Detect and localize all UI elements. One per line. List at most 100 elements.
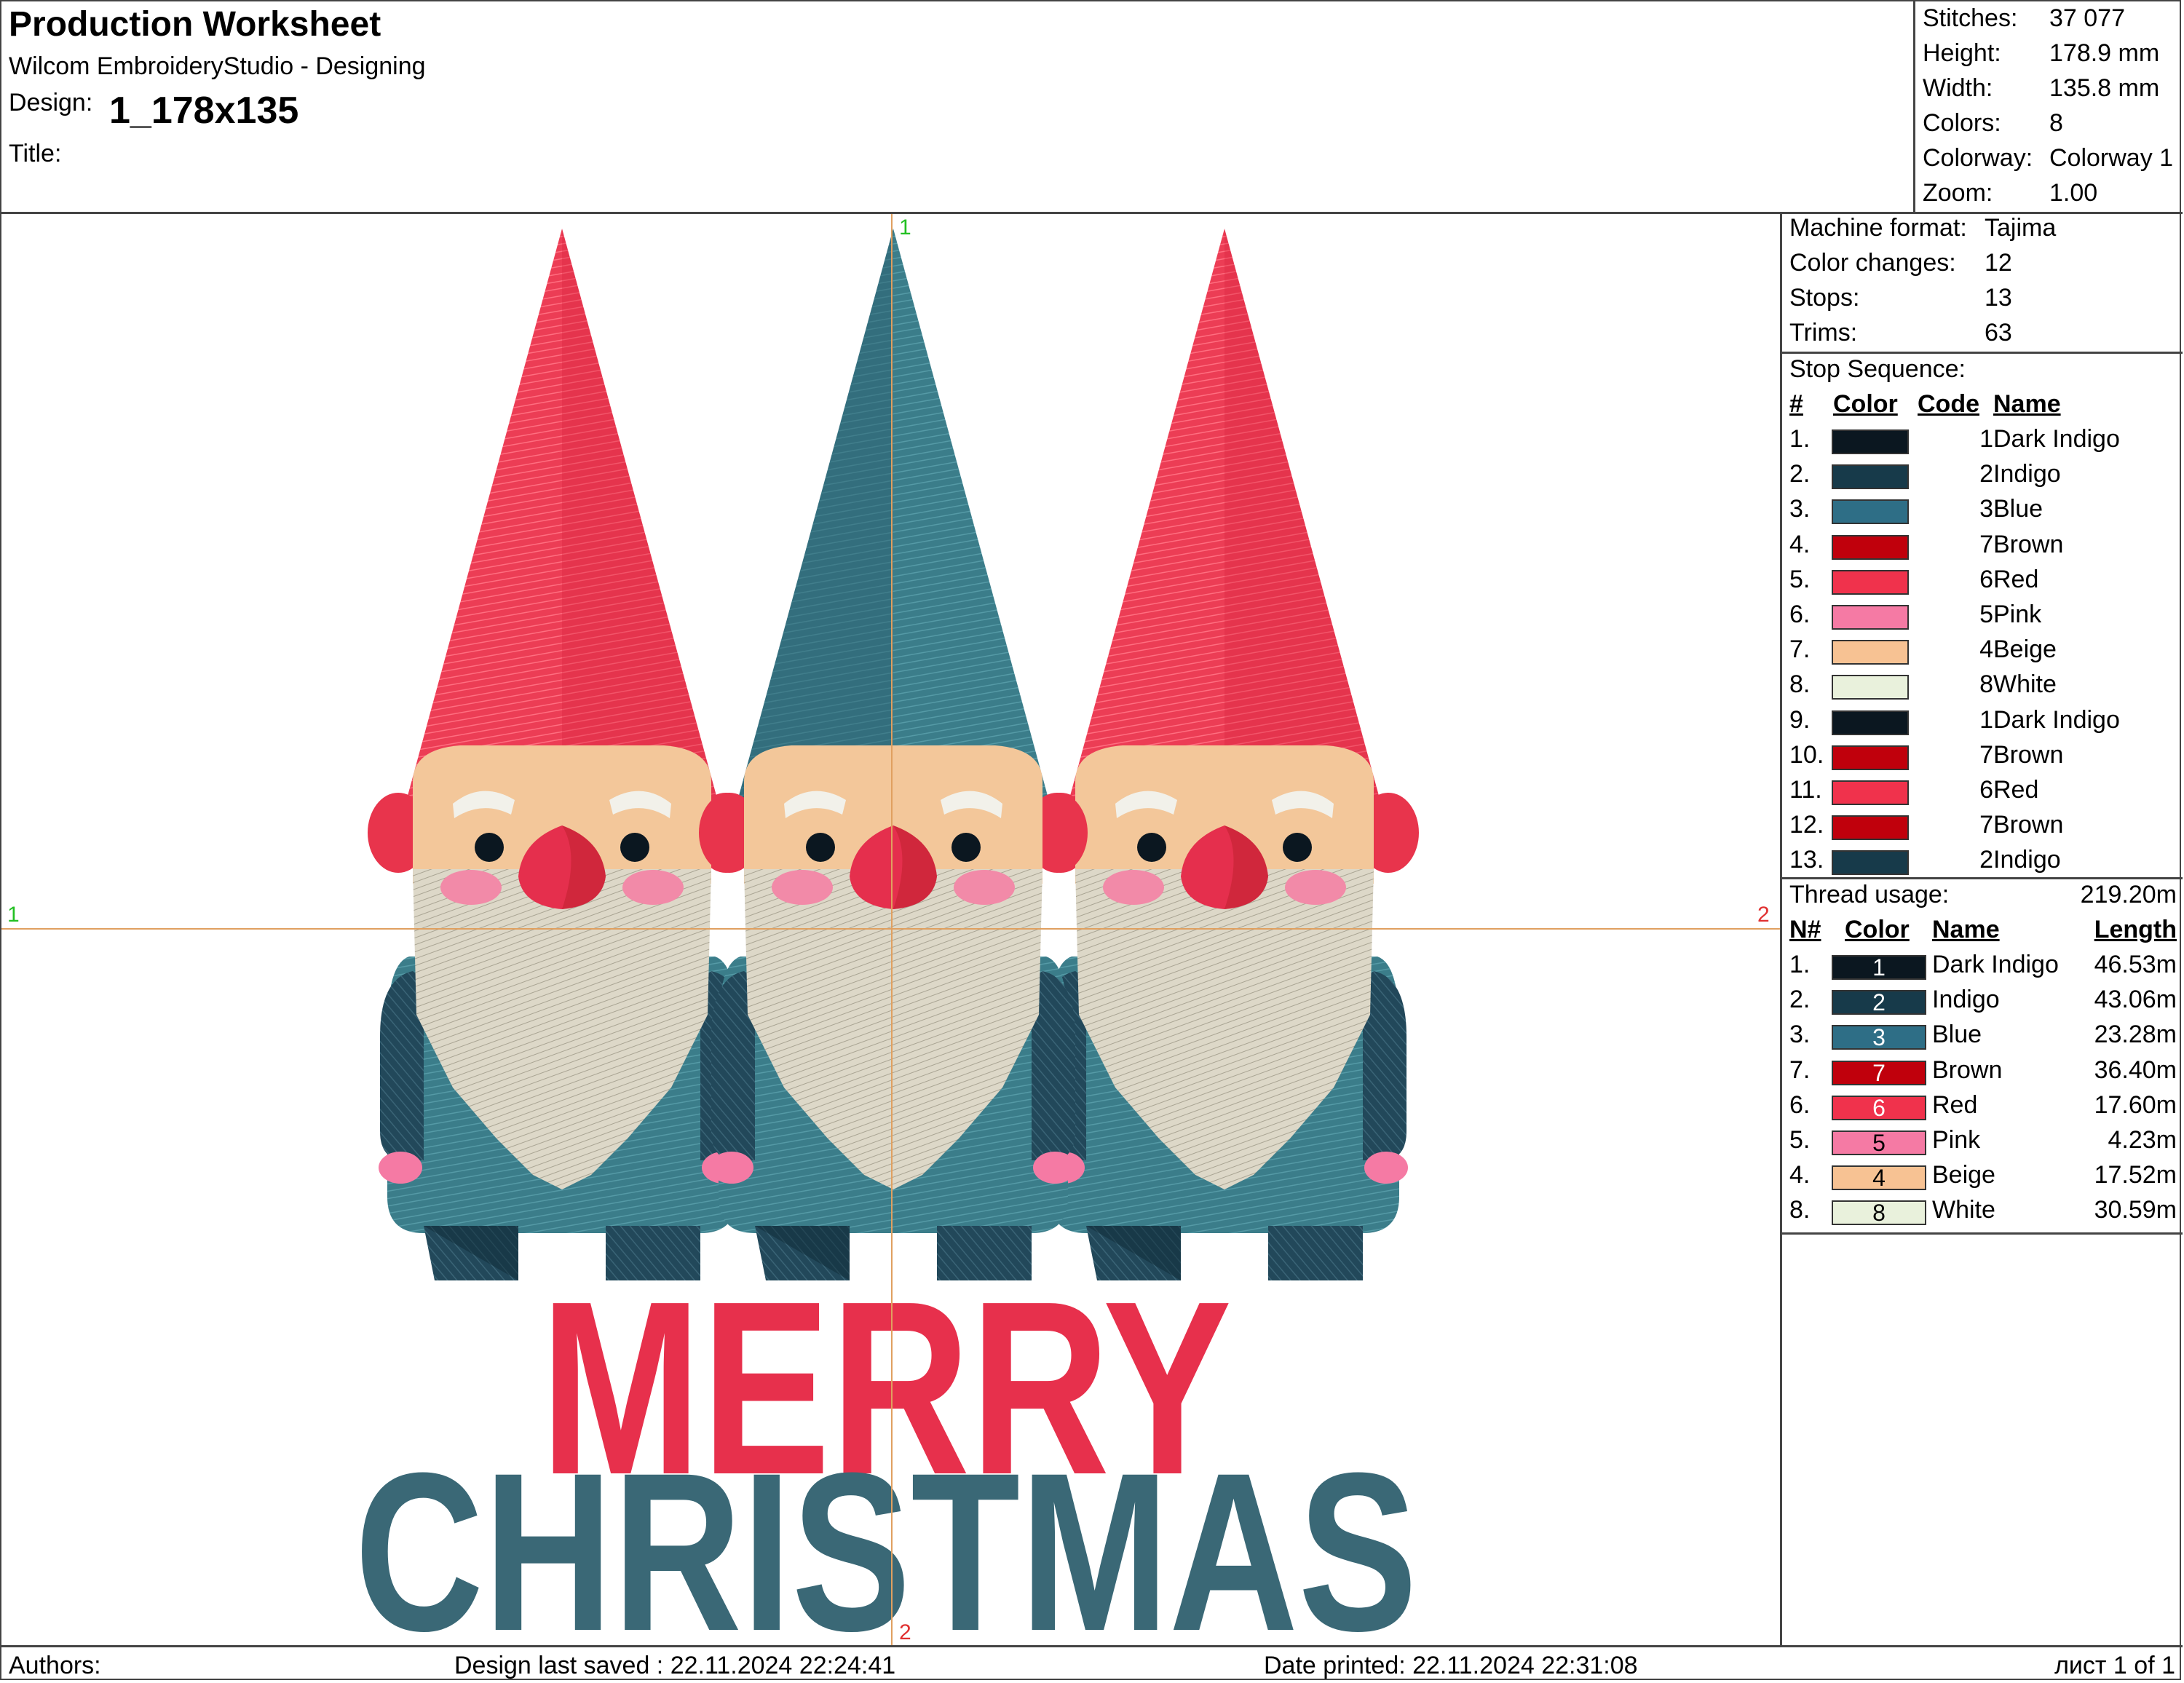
col-header-color: Color — [1833, 390, 1898, 418]
thread-row-name: Blue — [1932, 1021, 1982, 1049]
stat-value: 1.00 — [2049, 179, 2098, 207]
color-swatch — [1832, 464, 1909, 490]
stop-row-code: 4 — [1979, 635, 1993, 664]
thread-row-num: 5. — [1789, 1126, 1811, 1154]
stop-row-num: 1. — [1789, 425, 1811, 453]
color-swatch — [1832, 710, 1909, 735]
stat-label: Colorway: — [1923, 144, 2033, 172]
color-swatch — [1832, 675, 1909, 700]
col-header-color: Color — [1845, 916, 1910, 943]
footer-date-printed: Date printed: 22.11.2024 22:31:08 — [1264, 1652, 1638, 1679]
footer-authors: Authors: — [9, 1652, 101, 1679]
stop-row-name: White — [1993, 670, 2057, 699]
axis-label-left: 1 — [7, 903, 20, 927]
thread-row-length: 43.06m — [2094, 986, 2177, 1014]
machine-value: 12 — [1985, 249, 2012, 277]
machine-label: Trims: — [1789, 319, 1858, 346]
thread-row-length: 36.40m — [2094, 1056, 2177, 1084]
worksheet: Production Worksheet Wilcom EmbroiderySt… — [0, 0, 2183, 1682]
color-swatch — [1832, 640, 1909, 665]
thread-row-length: 17.60m — [2094, 1090, 2177, 1119]
stat-value: 37 077 — [2049, 4, 2125, 32]
side-panel: Machine format: Tajima Color changes: 12… — [1782, 214, 2183, 1645]
stat-label: Zoom: — [1923, 179, 1993, 207]
stop-sequence: Stop Sequence: # Color Code Name 1. 1 Dark… — [1782, 354, 2183, 879]
stop-row-name: Dark Indigo — [1993, 705, 2120, 734]
stop-row-name: Indigo — [1993, 846, 2061, 874]
stop-row-code: 1 — [1979, 705, 1993, 734]
color-swatch — [1832, 499, 1909, 525]
color-swatch: 5 — [1832, 1130, 1926, 1155]
stop-row-name: Brown — [1993, 740, 2064, 769]
thread-row-name: Dark Indigo — [1932, 951, 2059, 978]
color-swatch: 7 — [1832, 1060, 1926, 1085]
stat-value: 135.8 mm — [2049, 74, 2160, 102]
stop-row-code: 5 — [1979, 601, 1993, 628]
stat-label: Colors: — [1923, 109, 2001, 137]
color-swatch: 6 — [1832, 1095, 1926, 1120]
thread-row-name: Pink — [1932, 1126, 1981, 1154]
stop-row-name: Brown — [1993, 530, 2064, 558]
col-header-name: Name — [1993, 390, 2061, 418]
axis-label-bottom: 2 — [899, 1620, 911, 1644]
color-swatch — [1832, 429, 1909, 454]
footer-page-number: лист 1 of 1 — [2054, 1652, 2175, 1679]
thread-row-name: Beige — [1932, 1161, 1995, 1189]
color-swatch — [1832, 534, 1909, 560]
thread-row-length: 4.23m — [2108, 1126, 2177, 1154]
machine-value: 13 — [1985, 284, 2012, 312]
stop-row-num: 6. — [1789, 601, 1811, 628]
machine-value: 63 — [1985, 319, 2012, 346]
thread-usage: Thread usage: 219.20m N# Color Name Leng… — [1782, 879, 2183, 1235]
thread-row-length: 17.52m — [2094, 1161, 2177, 1189]
stop-row-num: 11. — [1789, 776, 1822, 804]
page-title: Production Worksheet — [9, 5, 381, 44]
stop-row-num: 2. — [1789, 460, 1811, 488]
thread-row-num: 3. — [1789, 1021, 1811, 1049]
stop-row-code: 1 — [1979, 425, 1993, 453]
color-swatch: 8 — [1832, 1200, 1926, 1226]
embroidery-design-image: MERRY CHRISTMAS 1 2 1 2 — [1, 214, 1780, 1645]
stop-row-name: Dark Indigo — [1993, 425, 2120, 453]
stat-label: Stitches: — [1923, 4, 2018, 32]
machine-label: Stops: — [1789, 284, 1860, 312]
stop-row-code: 6 — [1979, 776, 1993, 804]
design-name: 1_178x135 — [109, 90, 299, 132]
stop-row-code: 2 — [1979, 846, 1993, 874]
design-preview: MERRY CHRISTMAS 1 2 1 2 — [1, 214, 1782, 1645]
stat-value: 178.9 mm — [2049, 39, 2160, 67]
stop-row-num: 10. — [1789, 740, 1824, 769]
stop-row-name: Red — [1993, 565, 2039, 593]
footer: Authors: Design last saved : 22.11.2024 … — [1, 1645, 2183, 1682]
stop-row-num: 7. — [1789, 635, 1811, 664]
stop-row-code: 6 — [1979, 565, 1993, 593]
stop-row-num: 12. — [1789, 811, 1824, 839]
col-header-num: # — [1789, 390, 1803, 418]
thread-row-name: Brown — [1932, 1056, 2003, 1084]
design-stats: Stitches: 37 077 Height: 178.9 mm Width:… — [1913, 1, 2183, 214]
stat-label: Height: — [1923, 39, 2001, 67]
title-label: Title: — [9, 140, 62, 167]
stop-row-name: Red — [1993, 776, 2039, 804]
color-swatch: 2 — [1832, 990, 1926, 1015]
footer-last-saved: Design last saved : 22.11.2024 22:24:41 — [454, 1652, 896, 1679]
thread-row-num: 6. — [1789, 1090, 1811, 1119]
stop-row-code: 7 — [1979, 530, 1993, 558]
thread-row-length: 23.28m — [2094, 1021, 2177, 1049]
stop-row-name: Indigo — [1993, 460, 2061, 488]
thread-row-name: Red — [1932, 1090, 1978, 1119]
stop-row-num: 13. — [1789, 846, 1824, 874]
machine-label: Machine format: — [1789, 214, 1967, 242]
stop-row-code: 3 — [1979, 495, 1993, 523]
stop-row-code: 8 — [1979, 670, 1993, 699]
color-swatch — [1832, 815, 1909, 841]
color-swatch — [1832, 745, 1909, 770]
thread-row-num: 1. — [1789, 951, 1811, 978]
stat-value: 8 — [2049, 109, 2063, 137]
stop-row-num: 4. — [1789, 530, 1811, 558]
col-header-num: N# — [1789, 916, 1821, 943]
thread-usage-total: 219.20m — [2080, 881, 2177, 908]
stop-row-name: Beige — [1993, 635, 2057, 664]
col-header-name: Name — [1932, 916, 2000, 943]
stat-label: Width: — [1923, 74, 1993, 102]
